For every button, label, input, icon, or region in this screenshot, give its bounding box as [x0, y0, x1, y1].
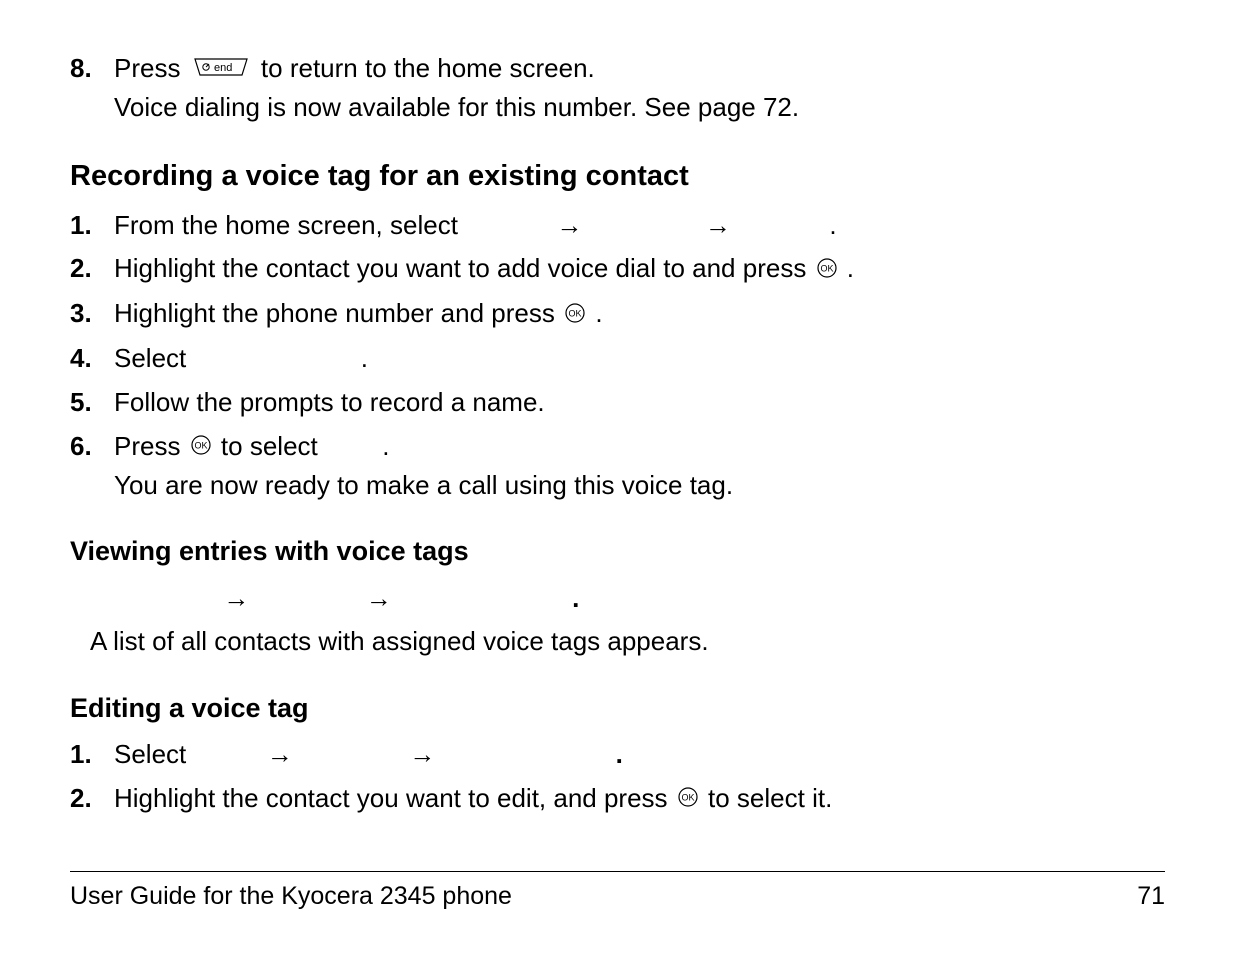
page-footer: User Guide for the Kyocera 2345 phone 71 [70, 871, 1165, 914]
step-5: 5. Follow the prompts to record a name. [70, 384, 1165, 422]
step-content: Select → → . [114, 736, 1165, 774]
text: . [595, 298, 602, 328]
step-number: 1. [70, 736, 114, 774]
text: Select [114, 739, 194, 769]
arrow-icon: → [393, 736, 451, 774]
text: Press [114, 431, 188, 461]
step-number: 8. [70, 50, 114, 127]
end-key-icon: end [192, 51, 250, 89]
svg-text:OK: OK [569, 308, 582, 318]
text: Highlight the contact you want to edit, … [114, 783, 675, 813]
text: . [572, 583, 579, 613]
step-content: Highlight the contact you want to add vo… [114, 250, 1165, 289]
text: . [382, 431, 389, 461]
arrow-icon: → [681, 207, 755, 245]
svg-text:OK: OK [681, 792, 694, 802]
step-1: 1. From the home screen, select → → . [70, 207, 1165, 245]
text: to select it. [708, 783, 832, 813]
ok-key-icon: OK [564, 297, 586, 335]
navigation-path: → → . [90, 580, 1165, 618]
step-2: 2. Highlight the contact you want to add… [70, 250, 1165, 289]
edit-step-2: 2. Highlight the contact you want to edi… [70, 780, 1165, 819]
arrow-icon: → [207, 580, 265, 618]
step-content: Highlight the phone number and press OK … [114, 295, 1165, 334]
step-content: Select . [114, 340, 1165, 378]
step-content: Press end to return to the home screen. … [114, 50, 1165, 127]
text: Select [114, 343, 194, 373]
step-4: 4. Select . [70, 340, 1165, 378]
step-number: 1. [70, 207, 114, 245]
step-8: 8. Press end to return to the home scree… [70, 50, 1165, 127]
svg-text:end: end [214, 62, 232, 74]
arrow-icon: → [251, 736, 309, 774]
step-number: 3. [70, 295, 114, 334]
step-number: 2. [70, 250, 114, 289]
text: Voice dialing is now available for this … [114, 89, 1165, 127]
section-heading-viewing: Viewing entries with voice tags [70, 532, 1165, 571]
ok-key-icon: OK [816, 252, 838, 290]
arrow-icon: → [532, 207, 606, 245]
svg-text:OK: OK [820, 263, 833, 273]
text: Press [114, 53, 188, 83]
text: A list of all contacts with assigned voi… [90, 623, 1165, 661]
step-number: 2. [70, 780, 114, 819]
text: Highlight the contact you want to add vo… [114, 253, 814, 283]
svg-text:OK: OK [194, 440, 207, 450]
text: to select [221, 431, 325, 461]
text: . [847, 253, 854, 283]
document-page: 8. Press end to return to the home scree… [0, 0, 1235, 954]
section-heading-editing: Editing a voice tag [70, 689, 1165, 728]
text: to return to the home screen. [261, 53, 595, 83]
step-content: Highlight the contact you want to edit, … [114, 780, 1165, 819]
page-number: 71 [1137, 878, 1165, 914]
ok-key-icon: OK [190, 429, 212, 467]
step-number: 4. [70, 340, 114, 378]
edit-step-1: 1. Select → → . [70, 736, 1165, 774]
text: . [616, 739, 623, 769]
text: . [829, 210, 836, 240]
section-heading-recording: Recording a voice tag for an existing co… [70, 155, 1165, 197]
ok-key-icon: OK [677, 781, 699, 819]
text: Follow the prompts to record a name. [114, 387, 545, 417]
step-content: Follow the prompts to record a name. [114, 384, 1165, 422]
arrow-icon: → [350, 580, 408, 618]
footer-title: User Guide for the Kyocera 2345 phone [70, 878, 512, 914]
step-content: From the home screen, select → → . [114, 207, 1165, 245]
step-content: Press OK to select . You are now ready t… [114, 428, 1165, 505]
step-number: 5. [70, 384, 114, 422]
text: Highlight the phone number and press [114, 298, 562, 328]
text: You are now ready to make a call using t… [114, 467, 1165, 505]
text: . [361, 343, 368, 373]
step-6: 6. Press OK to select . You are now read… [70, 428, 1165, 505]
step-3: 3. Highlight the phone number and press … [70, 295, 1165, 334]
text: From the home screen, select [114, 210, 465, 240]
step-number: 6. [70, 428, 114, 505]
